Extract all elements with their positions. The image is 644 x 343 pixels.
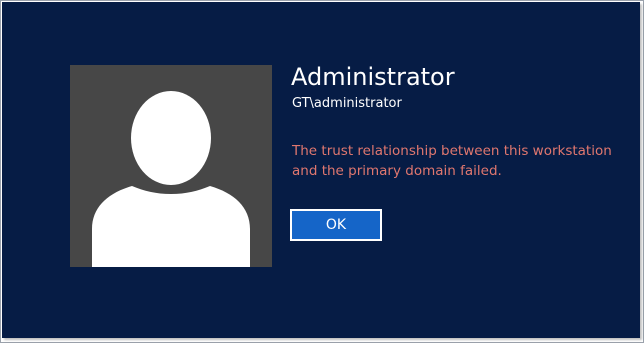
logon-screen: Administrator GT\administrator The trust… xyxy=(2,2,640,338)
user-silhouette-icon xyxy=(92,91,250,267)
error-message-line: The trust relationship between this work… xyxy=(292,143,612,159)
error-message: The trust relationship between this work… xyxy=(292,141,612,181)
user-avatar xyxy=(70,65,272,267)
user-name: Administrator xyxy=(291,63,455,91)
ok-button[interactable]: OK xyxy=(290,209,382,241)
user-domain-account: GT\administrator xyxy=(292,96,402,111)
error-message-line: and the primary domain failed. xyxy=(292,163,502,179)
screenshot-frame: Administrator GT\administrator The trust… xyxy=(0,0,644,343)
